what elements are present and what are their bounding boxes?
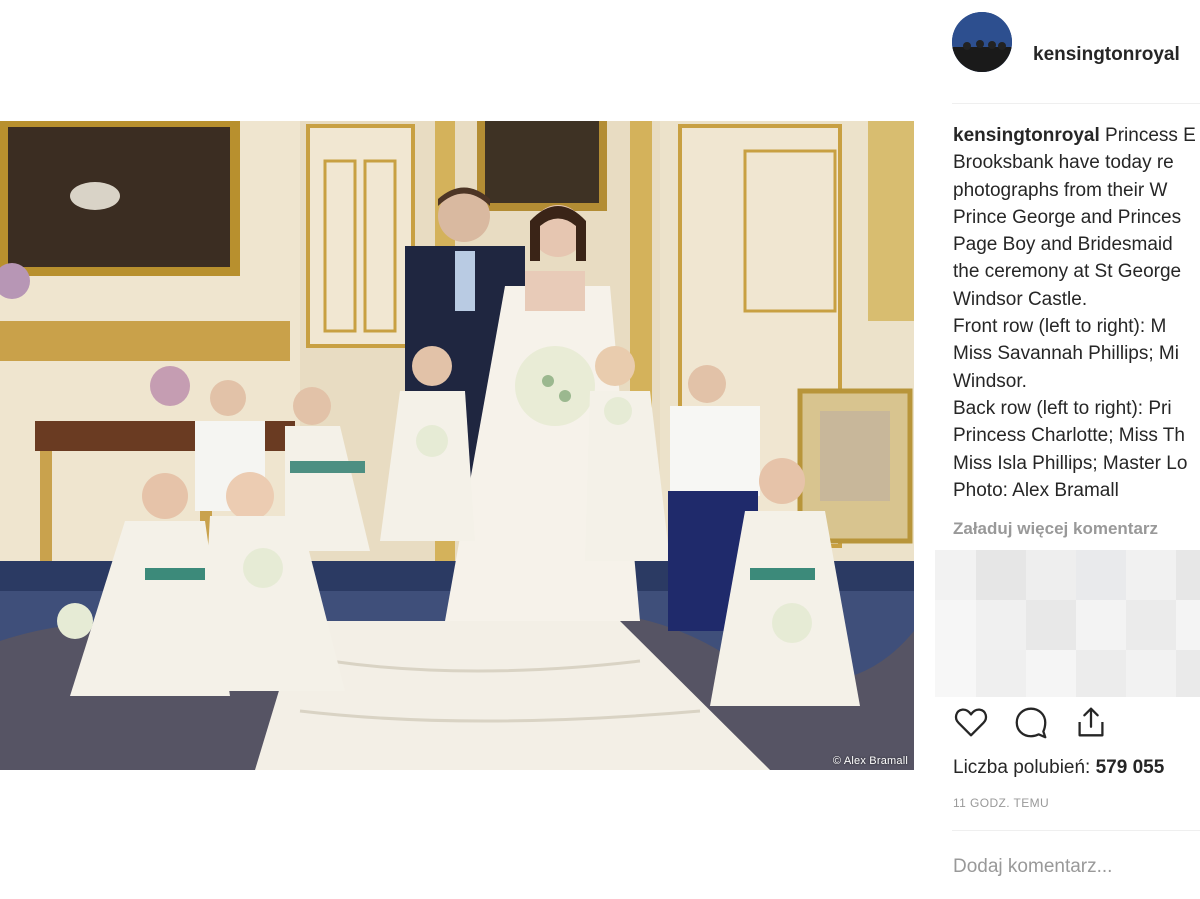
caption-line: Windsor. xyxy=(953,370,1027,392)
comment-button[interactable] xyxy=(1012,703,1052,743)
share-icon xyxy=(1078,707,1104,737)
avatar-image xyxy=(952,12,1012,72)
caption-line: Page Boy and Bridesmaid xyxy=(953,234,1173,256)
caption-line: Windsor Castle. xyxy=(953,288,1088,310)
heart-icon xyxy=(954,708,988,737)
caption-line: the ceremony at St George xyxy=(953,261,1182,283)
pixelated-comments xyxy=(935,550,1200,697)
profile-username[interactable]: kensingtonroyal xyxy=(1033,44,1180,66)
caption-line: photographs from their W xyxy=(953,179,1168,201)
caption-line: Princess Charlotte; Miss Th xyxy=(953,425,1185,447)
caption-line: Brooksbank have today re xyxy=(953,152,1174,174)
comment-icon xyxy=(1015,707,1047,739)
caption-text: Princess E xyxy=(1099,125,1196,146)
post-image[interactable]: © Alex Bramall xyxy=(0,121,914,770)
post-sidebar: kensingtonroyal kensingtonroyal Princess… xyxy=(935,0,1200,899)
post-header: kensingtonroyal xyxy=(952,12,1200,74)
wedding-photo xyxy=(0,121,914,770)
caption-line: Prince George and Princes xyxy=(953,206,1182,228)
caption-first-line: kensingtonroyal Princess E xyxy=(953,122,1200,149)
likes-count[interactable]: Liczba polubień: 579 055 xyxy=(953,757,1164,779)
caption-username[interactable]: kensingtonroyal xyxy=(953,125,1100,146)
header-divider xyxy=(952,103,1200,104)
caption-line: Back row (left to right): Pri xyxy=(953,397,1172,419)
caption-line: Front row (left to right): M xyxy=(953,316,1167,338)
add-comment-input[interactable] xyxy=(953,850,1198,884)
caption-line: Miss Isla Phillips; Master Lo xyxy=(953,452,1188,474)
post-timestamp[interactable]: 11 godz. temu xyxy=(953,796,1049,810)
like-button[interactable] xyxy=(952,703,992,743)
photo-credit: © Alex Bramall xyxy=(832,755,908,767)
caption-line: Miss Savannah Phillips; Mi xyxy=(953,343,1179,365)
caption-line: Photo: Alex Bramall xyxy=(953,479,1119,501)
comment-divider xyxy=(952,830,1200,831)
post-actions xyxy=(952,703,1200,743)
share-button[interactable] xyxy=(1072,703,1112,743)
profile-avatar[interactable] xyxy=(952,12,1012,72)
load-more-comments[interactable]: Załaduj więcej komentarz xyxy=(953,519,1158,539)
likes-label: Liczba polubień: xyxy=(953,757,1091,778)
post-caption: kensingtonroyal Princess E Brooksbank ha… xyxy=(953,122,1200,504)
likes-number: 579 055 xyxy=(1095,757,1165,778)
